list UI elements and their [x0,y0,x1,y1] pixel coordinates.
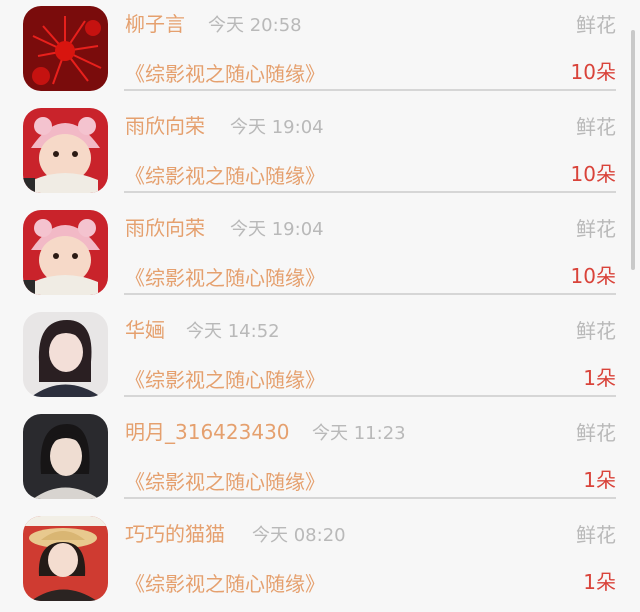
gift-count: 10朵 [570,60,616,84]
avatar[interactable] [23,312,108,397]
book-title-link[interactable]: 《综影视之随心随缘》 [125,160,325,189]
row-divider [124,395,616,397]
girl-portrait-image [23,312,108,397]
book-title-link[interactable]: 《综影视之随心随缘》 [125,568,325,597]
gift-type: 鲜花 [576,421,616,445]
scrollbar[interactable] [631,30,635,270]
gift-count: 10朵 [570,264,616,288]
timestamp: 今天 08:20 [252,525,346,546]
user-name[interactable]: 雨欣向荣 [125,110,205,139]
user-name[interactable]: 雨欣向荣 [125,212,205,241]
gift-type: 鲜花 [576,319,616,343]
red-spider-lily-image [23,6,108,91]
gift-count: 1朵 [583,366,616,390]
gift-record-list: 柳子言 今天 20:58 鲜花 《综影视之随心随缘》 10朵 雨欣向荣 今天 1… [0,0,640,601]
baby-photo-image [23,210,108,295]
gift-count: 10朵 [570,162,616,186]
book-title-link[interactable]: 《综影视之随心随缘》 [125,466,325,495]
row-divider [124,293,616,295]
baby-photo-image [23,108,108,193]
avatar[interactable] [23,210,108,295]
woman-portrait-image [23,414,108,499]
gift-count: 1朵 [583,570,616,594]
girl-straw-hat-image [23,516,108,601]
timestamp: 今天 19:04 [230,219,324,240]
list-item[interactable]: 巧巧的猫猫 今天 08:20 鲜花 《综影视之随心随缘》 1朵 [0,510,640,612]
user-name[interactable]: 明月_316423430 [125,416,290,445]
book-title-link[interactable]: 《综影视之随心随缘》 [125,364,325,393]
timestamp: 今天 11:23 [312,423,406,444]
list-item[interactable]: 雨欣向荣 今天 19:04 鲜花 《综影视之随心随缘》 10朵 [0,102,640,204]
gift-type: 鲜花 [576,523,616,547]
row-divider [124,497,616,499]
user-name[interactable]: 柳子言 [125,8,185,37]
list-item[interactable]: 明月_316423430 今天 11:23 鲜花 《综影视之随心随缘》 1朵 [0,408,640,510]
row-divider [124,191,616,193]
user-name[interactable]: 巧巧的猫猫 [125,518,225,547]
timestamp: 今天 19:04 [230,117,324,138]
gift-type: 鲜花 [576,13,616,37]
gift-type: 鲜花 [576,217,616,241]
list-item[interactable]: 雨欣向荣 今天 19:04 鲜花 《综影视之随心随缘》 10朵 [0,204,640,306]
row-divider [124,89,616,91]
avatar[interactable] [23,6,108,91]
avatar[interactable] [23,108,108,193]
list-item[interactable]: 柳子言 今天 20:58 鲜花 《综影视之随心随缘》 10朵 [0,0,640,102]
avatar[interactable] [23,414,108,499]
avatar[interactable] [23,516,108,601]
timestamp: 今天 20:58 [208,15,302,36]
list-item[interactable]: 华婳 今天 14:52 鲜花 《综影视之随心随缘》 1朵 [0,306,640,408]
book-title-link[interactable]: 《综影视之随心随缘》 [125,58,325,87]
user-name[interactable]: 华婳 [125,314,165,343]
timestamp: 今天 14:52 [186,321,280,342]
book-title-link[interactable]: 《综影视之随心随缘》 [125,262,325,291]
gift-count: 1朵 [583,468,616,492]
gift-type: 鲜花 [576,115,616,139]
